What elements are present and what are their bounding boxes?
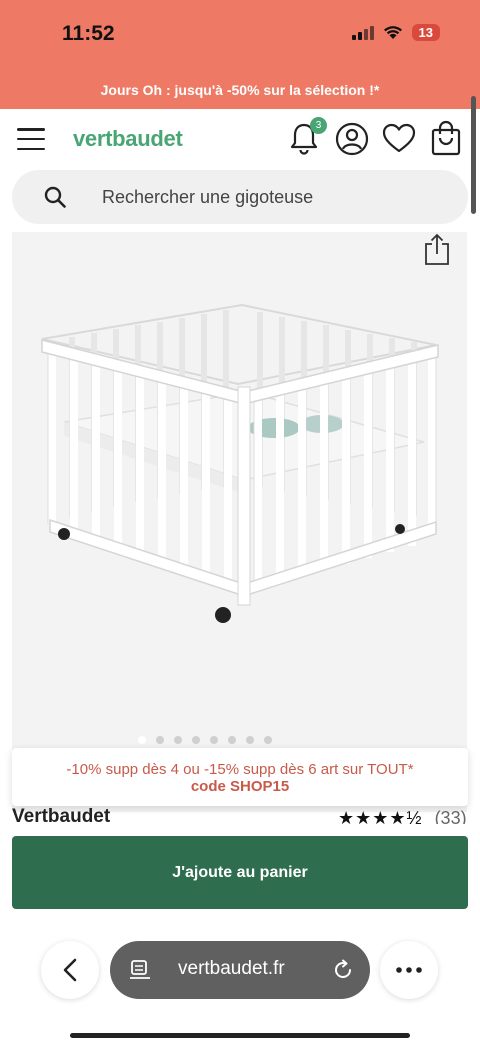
- back-icon: [63, 958, 77, 982]
- search-icon[interactable]: [44, 186, 66, 208]
- status-time: 11:52: [62, 22, 115, 45]
- wifi-icon: [383, 26, 402, 39]
- home-indicator[interactable]: [70, 1033, 410, 1038]
- carousel-dot[interactable]: [192, 736, 200, 744]
- product-image[interactable]: [12, 232, 467, 812]
- carousel-dot[interactable]: [138, 736, 146, 744]
- site-header: vertbaudet 3: [0, 110, 480, 168]
- promo-offer-text: -10% supp dès 4 ou -15% supp dès 6 art s…: [66, 761, 414, 778]
- more-button[interactable]: [380, 941, 438, 999]
- carousel-dot[interactable]: [228, 736, 236, 744]
- logo[interactable]: vertbaudet: [73, 126, 183, 152]
- more-icon: [396, 967, 422, 973]
- promo-code-card[interactable]: -10% supp dès 4 ou -15% supp dès 6 art s…: [12, 748, 468, 806]
- account-button[interactable]: [335, 122, 369, 161]
- carousel-dot[interactable]: [156, 736, 164, 744]
- reader-icon[interactable]: [130, 960, 150, 980]
- reload-icon[interactable]: [332, 959, 354, 981]
- carousel-dot[interactable]: [210, 736, 218, 744]
- signal-icon: [351, 25, 374, 40]
- rating-stars: ★★★★½: [338, 808, 423, 824]
- battery-indicator: 13: [411, 24, 440, 41]
- address-bar[interactable]: vertbaudet.fr: [110, 941, 370, 999]
- carousel-dots[interactable]: [138, 736, 272, 744]
- back-button[interactable]: [41, 941, 99, 999]
- notification-badge: 3: [310, 117, 327, 134]
- add-to-cart-button[interactable]: J'ajoute au panier: [12, 836, 468, 909]
- browser-toolbar: vertbaudet.fr: [0, 925, 480, 1041]
- status-icons: 13: [351, 24, 440, 41]
- product-brand[interactable]: Vertbaudet: [12, 805, 110, 823]
- search-input[interactable]: [102, 180, 442, 214]
- wishlist-button[interactable]: [382, 123, 416, 158]
- playpen-illustration: [41, 303, 439, 623]
- promo-code-text: code SHOP15: [190, 778, 290, 795]
- product-rating[interactable]: ★★★★½ (33): [338, 806, 467, 824]
- cart-button[interactable]: [430, 120, 462, 161]
- heart-icon: [382, 123, 416, 153]
- promo-banner[interactable]: Jours Oh : jusqu'à -50% sur la sélection…: [0, 72, 480, 109]
- search-bar[interactable]: [12, 170, 468, 224]
- notifications-button[interactable]: 3: [288, 117, 327, 161]
- account-icon: [335, 122, 369, 156]
- carousel-dot[interactable]: [264, 736, 272, 744]
- review-count: (33): [434, 808, 467, 824]
- status-bar: 11:52 13: [0, 0, 480, 72]
- url-text: vertbaudet.fr: [178, 958, 285, 979]
- carousel-dot[interactable]: [174, 736, 182, 744]
- menu-icon[interactable]: [17, 128, 45, 150]
- share-icon[interactable]: [423, 232, 451, 266]
- carousel-dot[interactable]: [246, 736, 254, 744]
- bag-icon: [431, 120, 461, 156]
